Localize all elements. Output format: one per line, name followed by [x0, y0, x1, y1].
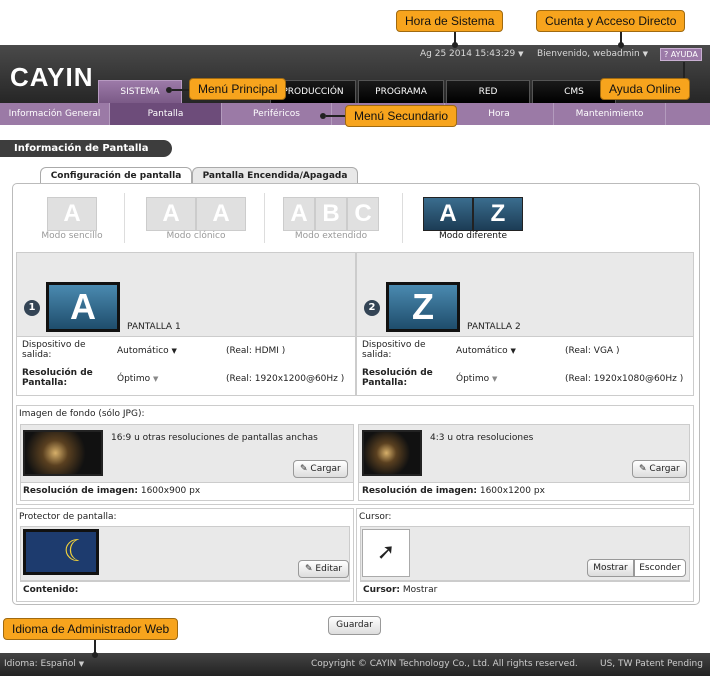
sub-nav-pantalla[interactable]: Pantalla: [110, 103, 222, 125]
display-1-res-real: (Real: 1920x1200@60Hz ): [226, 374, 345, 384]
save-button[interactable]: Guardar: [328, 616, 381, 635]
edit-screensaver-button[interactable]: ✎ Editar: [298, 560, 350, 578]
display-2-number: 2: [364, 300, 380, 316]
cayin-logo: CAYIN: [10, 62, 94, 92]
display-1-number: 1: [24, 300, 40, 316]
help-icon: ?: [664, 50, 669, 59]
resolution-label: Resolución de Pantalla:: [22, 368, 93, 388]
resolution-label: Resolución de Pantalla:: [362, 368, 433, 388]
display-2-device-real: (Real: VGA ): [565, 346, 620, 356]
display-2-device-select[interactable]: Automático ▼: [456, 346, 516, 356]
sub-nav-informacion[interactable]: Información General: [0, 103, 110, 125]
chevron-down-icon: ▼: [642, 50, 649, 58]
chevron-down-icon: ▼: [491, 375, 498, 383]
cursor-title: Cursor:: [359, 512, 392, 522]
tab-configuracion[interactable]: Configuración de pantalla: [40, 167, 192, 184]
background-standard-desc: 4:3 u otra resoluciones: [430, 433, 534, 443]
pencil-icon: ✎: [300, 464, 308, 474]
callout-language: Idioma de Administrador Web: [3, 618, 179, 640]
language-select[interactable]: Idioma: Español ▼: [4, 653, 84, 676]
background-thumbnail-standard: [362, 430, 422, 476]
account-menu[interactable]: Bienvenido, webadmin ▼: [537, 49, 648, 59]
display-2-monitor: Z: [386, 282, 460, 332]
display-2-res-real: (Real: 1920x1080@60Hz ): [565, 374, 684, 384]
display-2-res-select[interactable]: Óptimo ▼: [456, 374, 497, 384]
mode-different[interactable]: AZ Modo diferente: [421, 197, 525, 241]
display-1-device-real: (Real: HDMI ): [226, 346, 286, 356]
mode-single[interactable]: A Modo sencillo: [40, 197, 104, 241]
copyright-text: Copyright © CAYIN Technology Co., Ltd. A…: [311, 659, 578, 669]
background-thumbnail-wide: [23, 430, 103, 476]
callout-main-menu: Menú Principal: [189, 78, 287, 100]
hide-cursor-button[interactable]: Esconder: [634, 559, 686, 577]
chevron-down-icon: ▼: [518, 50, 524, 58]
mode-clone[interactable]: AA Modo clónico: [144, 197, 248, 241]
callout-sub-menu: Menú Secundario: [345, 105, 458, 127]
callout-system-time: Hora de Sistema: [396, 10, 504, 32]
chevron-down-icon: ▼: [152, 375, 159, 383]
callout-account: Cuenta y Acceso Directo: [536, 10, 686, 32]
mode-extended[interactable]: ABC Modo extendido: [282, 197, 380, 241]
display-1-name: PANTALLA 1: [127, 322, 181, 332]
device-label: Dispositivo de salida:: [362, 340, 426, 360]
help-button[interactable]: ? AYUDA: [660, 48, 702, 61]
main-nav-red[interactable]: RED: [446, 80, 530, 103]
chevron-down-icon: ▼: [510, 347, 516, 355]
main-nav-programa[interactable]: PROGRAMA: [358, 80, 444, 103]
patent-text: US, TW Patent Pending: [600, 659, 703, 669]
system-datetime[interactable]: Ag 25 2014 15:43:29 ▼: [420, 49, 524, 59]
screensaver-content-label: Contenido:: [23, 585, 79, 595]
upload-wide-button[interactable]: ✎ Cargar: [293, 460, 348, 478]
sub-nav-perifericos[interactable]: Periféricos: [222, 103, 332, 125]
screensaver-moon-icon: ☾: [23, 529, 99, 575]
upload-standard-button[interactable]: ✎ Cargar: [632, 460, 687, 478]
sub-nav-mantenimiento[interactable]: Mantenimiento: [554, 103, 666, 125]
tab-encendida-apagada[interactable]: Pantalla Encendida/Apagada: [192, 167, 358, 184]
page-title: Información de Pantalla: [0, 140, 172, 157]
display-1-device-select[interactable]: Automático ▼: [117, 346, 177, 356]
display-1-res-select[interactable]: Óptimo ▼: [117, 374, 158, 384]
chevron-down-icon: ▼: [78, 660, 85, 668]
footer: Idioma: Español ▼ Copyright © CAYIN Tech…: [0, 653, 710, 676]
callout-online-help: Ayuda Online: [600, 78, 690, 100]
show-cursor-button[interactable]: Mostrar: [587, 559, 634, 577]
pencil-icon: ✎: [639, 464, 647, 474]
display-1-monitor: A: [46, 282, 120, 332]
screensaver-title: Protector de pantalla:: [19, 512, 117, 522]
background-wide-desc: 16:9 u otras resoluciones de pantallas a…: [111, 433, 318, 443]
cursor-arrow-icon: ➚: [362, 529, 410, 577]
sub-nav-red[interactable]: Hora: [444, 103, 554, 125]
pencil-icon: ✎: [305, 564, 313, 574]
background-title: Imagen de fondo (sólo JPG):: [19, 409, 145, 419]
display-2-name: PANTALLA 2: [467, 322, 521, 332]
chevron-down-icon: ▼: [171, 347, 177, 355]
device-label: Dispositivo de salida:: [22, 340, 86, 360]
